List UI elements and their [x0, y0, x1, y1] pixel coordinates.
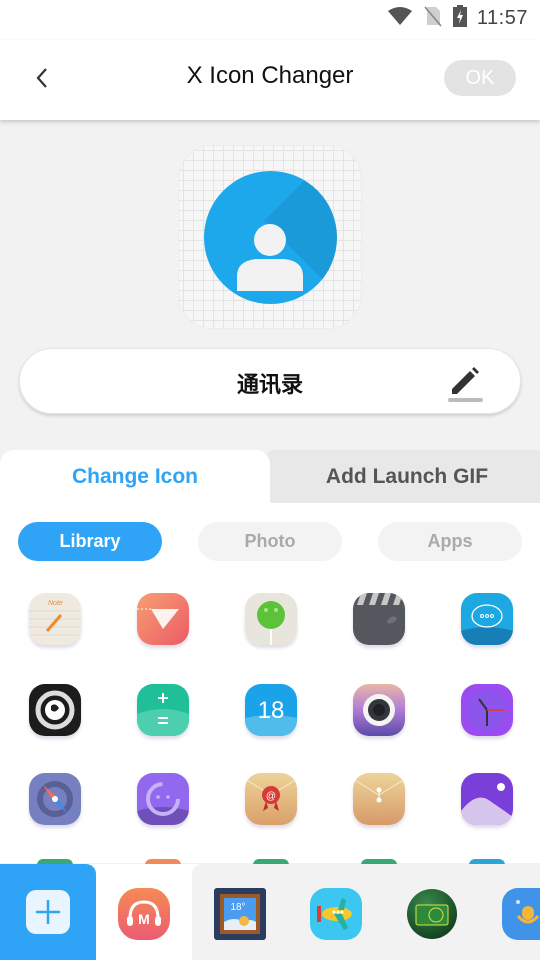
app-name-value: 通讯录: [236, 372, 303, 397]
status-bar: 11:57: [0, 0, 540, 40]
source-photo-button[interactable]: Photo: [198, 522, 342, 561]
camera-green-icon[interactable]: [406, 888, 458, 940]
clapperboard-icon[interactable]: [353, 593, 405, 645]
icon-picker-panel: Library Photo Apps Note 18 @: [0, 503, 540, 863]
voice-recorder-icon[interactable]: [502, 888, 540, 940]
clock-time: 11:57: [476, 6, 528, 29]
icon-tray: 18°: [192, 864, 540, 960]
tab-add-launch-gif[interactable]: Add Launch GIF: [262, 450, 540, 503]
wifi-icon: [387, 6, 413, 31]
pencil-icon: [446, 367, 486, 407]
no-sim-icon: [423, 5, 443, 32]
battery-charging-icon: [452, 4, 467, 32]
notes-icon[interactable]: Note: [29, 593, 81, 645]
add-button[interactable]: [0, 864, 96, 960]
lollipop-icon[interactable]: [245, 593, 297, 645]
bottom-bar: M 18°: [0, 864, 540, 960]
svg-text:Note: Note: [48, 600, 63, 607]
chat-bubble-icon[interactable]: [137, 773, 189, 825]
airplane-icon[interactable]: [310, 888, 362, 940]
envelope-icon[interactable]: [353, 773, 405, 825]
music-headphones-icon[interactable]: M: [118, 888, 170, 940]
message-icon[interactable]: [461, 593, 513, 645]
source-apps-button[interactable]: Apps: [378, 522, 522, 561]
browser-globe-icon[interactable]: [29, 684, 81, 736]
icon-preview[interactable]: [178, 145, 362, 329]
edit-name-button[interactable]: [446, 363, 486, 403]
calendar-day: 18: [258, 697, 285, 724]
app-bar: X Icon Changer OK: [0, 40, 540, 120]
music-letter: M: [138, 911, 150, 927]
source-library-button[interactable]: Library: [18, 522, 162, 561]
clock-icon[interactable]: [461, 684, 513, 736]
plus-icon: [26, 899, 70, 938]
contacts-icon: [204, 171, 337, 304]
gallery-icon[interactable]: [461, 773, 513, 825]
weather-icon[interactable]: 18°: [214, 888, 266, 940]
svg-text:@: @: [266, 791, 276, 802]
camera-icon[interactable]: [353, 684, 405, 736]
email-icon[interactable]: @: [245, 773, 297, 825]
weather-temp: 18°: [230, 902, 245, 913]
calculator-icon[interactable]: [137, 684, 189, 736]
mode-tabs: Add Launch GIF Change Icon: [0, 450, 540, 504]
ok-button[interactable]: OK: [444, 60, 516, 96]
paper-plane-icon[interactable]: [137, 593, 189, 645]
compass-icon[interactable]: [29, 773, 81, 825]
tab-change-icon[interactable]: Change Icon: [0, 450, 270, 504]
app-name-field[interactable]: 通讯录: [19, 348, 521, 414]
calendar-icon[interactable]: 18: [245, 684, 297, 736]
